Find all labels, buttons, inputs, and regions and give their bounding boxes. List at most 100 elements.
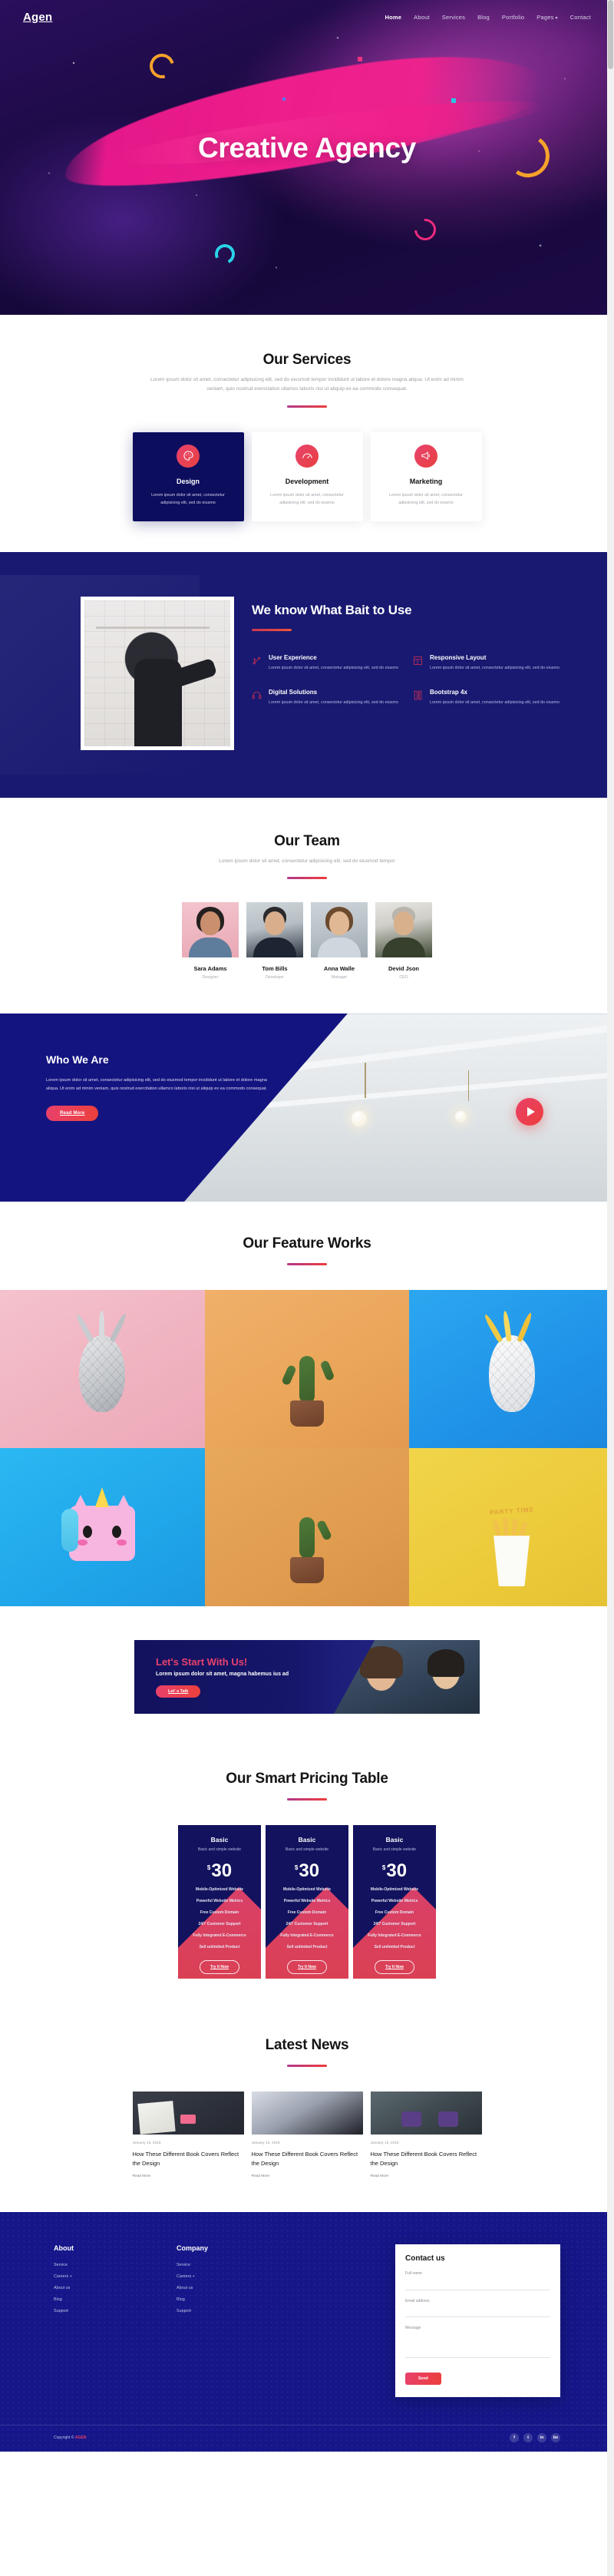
nav-link-contact[interactable]: Contact: [570, 14, 591, 21]
service-card-marketing[interactable]: Marketing Lorem ipsum dolor sit amet, co…: [370, 432, 482, 521]
services-title: Our Services: [262, 352, 352, 368]
bait-feature-text: Lorem ipsum dolor sit amet, consectetur …: [430, 665, 560, 670]
plan-feature: 24/7 Customer Support: [373, 1922, 416, 1927]
footer-link[interactable]: Support: [54, 2309, 146, 2313]
hero-title: Creative Agency: [197, 132, 417, 164]
news-card[interactable]: January 15, 2018 How These Different Boo…: [132, 2092, 244, 2178]
footer-link[interactable]: Service: [177, 2263, 269, 2267]
pricing-card[interactable]: Basic Basic and simple website $30 Mobil…: [266, 1825, 348, 1979]
lets-talk-button[interactable]: Let' s Talk: [156, 1685, 201, 1698]
pricing-card[interactable]: Basic Basic and simple website $30 Mobil…: [353, 1825, 436, 1979]
footer-link[interactable]: About us: [177, 2286, 269, 2290]
try-it-now-button[interactable]: Try It Now: [375, 1960, 414, 1975]
contact-form: Contact us Full name Email address Messa…: [395, 2244, 560, 2398]
team-member-card[interactable]: Anna Walle Manager: [311, 902, 368, 980]
pineapple-white: [483, 1310, 535, 1413]
scrollbar-thumb[interactable]: [608, 0, 613, 69]
footer-columns: About Service Careers + About us Blog Su…: [0, 2244, 614, 2398]
page-scrollbar[interactable]: [607, 0, 614, 2576]
linkedin-icon[interactable]: in: [537, 2433, 546, 2443]
unicorn-eye: [112, 1526, 122, 1539]
news-card[interactable]: January 15, 2018 How These Different Boo…: [251, 2092, 363, 2178]
works-title: Our Feature Works: [243, 1235, 371, 1252]
read-more-button[interactable]: Read More: [46, 1106, 99, 1122]
nav-link-about[interactable]: About: [414, 14, 430, 21]
news-read-more-link[interactable]: Read More: [371, 2174, 482, 2178]
book-cover-graphic: [137, 2101, 176, 2135]
team-member-card[interactable]: Devid Json CEO: [375, 902, 432, 980]
footer-link[interactable]: About us: [54, 2286, 146, 2290]
unicorn-eye: [83, 1526, 93, 1539]
nav-link-home[interactable]: Home: [385, 14, 402, 21]
work-tile-cactus[interactable]: [204, 1290, 410, 1449]
plan-feature: 24/7 Customer Support: [286, 1922, 328, 1927]
email-input[interactable]: [405, 2308, 550, 2318]
plan-feature: Mobile-Optimized Website: [370, 1887, 419, 1893]
behance-icon[interactable]: be: [551, 2433, 560, 2443]
team-member-name: Anna Walle: [323, 965, 355, 973]
footer-link[interactable]: Blog: [177, 2297, 269, 2302]
facebook-icon[interactable]: f: [510, 2433, 519, 2443]
news-read-more-link[interactable]: Read More: [133, 2174, 244, 2178]
service-text: Lorem ipsum dolor sit amet, consectetur …: [389, 492, 463, 506]
team-member-name: Tom Bills: [262, 965, 288, 973]
bait-feature-heading: User Experience: [269, 653, 317, 661]
news-card-list: January 15, 2018 How These Different Boo…: [0, 2092, 614, 2178]
nav-link-blog[interactable]: Blog: [477, 14, 490, 21]
team-member-card[interactable]: Tom Bills Developer: [246, 902, 303, 980]
bait-image-frame: [81, 596, 234, 750]
full-name-input[interactable]: [405, 2280, 550, 2290]
pricing-plan-list: Basic Basic and simple website $30 Mobil…: [0, 1825, 614, 1979]
works-grid: PARTY TIME: [0, 1290, 614, 1607]
service-text: Lorem ipsum dolor sit amet, consectetur …: [151, 492, 225, 506]
ceiling-beam: [236, 1072, 614, 1111]
service-card-design[interactable]: Design Lorem ipsum dolor sit amet, conse…: [132, 432, 244, 521]
avatar-torso: [318, 937, 361, 958]
team-section: Our Team Lorem ipsum dolor sit amet, con…: [0, 797, 614, 1014]
bait-feature-responsive-layout: Responsive Layout Lorem ipsum dolor sit …: [413, 654, 574, 673]
nav-link-pages[interactable]: Pages ▾: [536, 14, 558, 21]
cta-banner: Let's Start With Us! Lorem ipsum dolor s…: [134, 1640, 480, 1715]
footer-link[interactable]: Blog: [54, 2297, 146, 2302]
who-we-are-title: Who We Are: [46, 1053, 109, 1066]
pricing-card[interactable]: Basic Basic and simple website $30 Mobil…: [178, 1825, 261, 1979]
team-member-card[interactable]: Sara Adams Designer: [182, 902, 239, 980]
plan-feature: Mobile-Optimized Website: [282, 1887, 332, 1893]
news-divider: [287, 2065, 327, 2068]
play-button-icon[interactable]: [516, 1098, 543, 1126]
news-read-more-link[interactable]: Read More: [252, 2174, 363, 2178]
try-it-now-button[interactable]: Try It Now: [200, 1960, 239, 1975]
unicorn-cheek: [117, 1539, 127, 1546]
work-tile-unicorn[interactable]: [0, 1448, 205, 1607]
team-member-list: Sara Adams Designer Tom Bills Developer: [0, 902, 614, 980]
currency-symbol: $: [206, 1864, 211, 1872]
plan-feature: Fully Integrated E-Commerce: [193, 1933, 246, 1939]
chair-graphic: [401, 2111, 421, 2128]
nav-link-portfolio[interactable]: Portfolio: [502, 14, 524, 21]
site-logo[interactable]: Agen: [23, 11, 52, 24]
work-tile-cactus-alt[interactable]: [204, 1448, 410, 1607]
service-card-development[interactable]: Development Lorem ipsum dolor sit amet, …: [251, 432, 363, 521]
twitter-icon[interactable]: t: [523, 2433, 533, 2443]
news-card[interactable]: January 15, 2018 How These Different Boo…: [370, 2092, 482, 2178]
work-tile-pineapple-white[interactable]: [409, 1290, 614, 1449]
send-button[interactable]: Send: [405, 2373, 441, 2386]
unicorn-toy: [61, 1487, 136, 1562]
cactus-plant: [299, 1356, 315, 1404]
cta-photo: [334, 1640, 480, 1715]
pendant-lamp: [454, 1111, 467, 1123]
team-member-role: Developer: [266, 975, 284, 980]
cta-subtitle: Lorem ipsum dolor sit amet, magna habemu…: [156, 1672, 289, 1678]
nav-link-services[interactable]: Services: [442, 14, 465, 21]
footer-link[interactable]: Service: [54, 2263, 146, 2267]
currency-symbol: $: [294, 1864, 299, 1872]
try-it-now-button[interactable]: Try It Now: [287, 1960, 327, 1975]
footer-link[interactable]: Careers +: [177, 2274, 269, 2279]
news-headline: How These Different Book Covers Reflect …: [370, 2151, 477, 2167]
message-textarea[interactable]: [405, 2330, 550, 2359]
cactus-plant: [299, 1517, 315, 1559]
work-tile-party-cup[interactable]: PARTY TIME: [409, 1448, 614, 1607]
work-tile-pineapple-silver[interactable]: [0, 1290, 205, 1449]
footer-link[interactable]: Careers +: [54, 2274, 146, 2279]
footer-link[interactable]: Support: [177, 2309, 269, 2313]
